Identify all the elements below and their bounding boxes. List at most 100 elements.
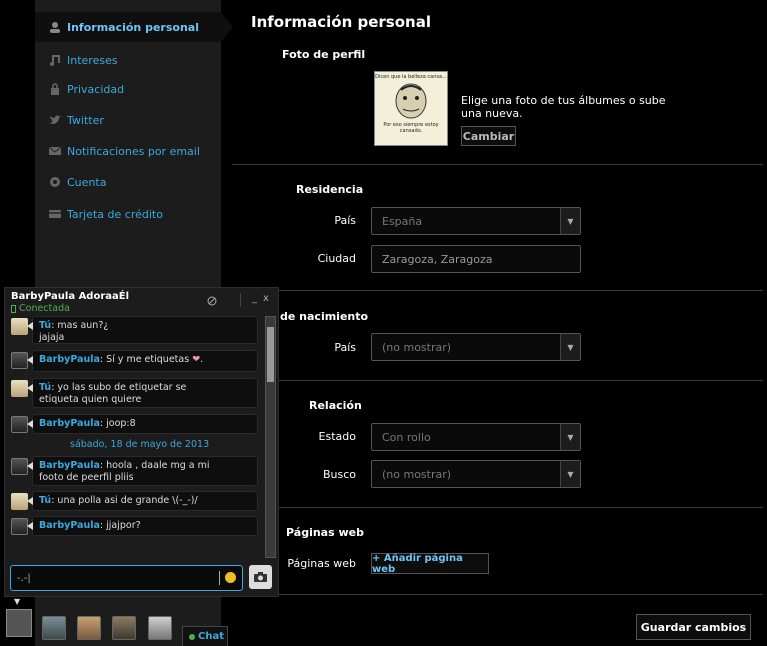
divider xyxy=(232,164,763,165)
minimize-icon[interactable]: _ xyxy=(252,293,257,304)
music-icon xyxy=(49,54,61,66)
sidebar-item-label: Twitter xyxy=(67,113,104,127)
chevron-down-icon: ▼ xyxy=(560,424,580,450)
lock-icon xyxy=(49,83,61,95)
camera-button[interactable] xyxy=(249,565,272,589)
contact-avatar[interactable] xyxy=(112,616,136,640)
birth-heading: de nacimiento xyxy=(280,310,369,323)
sidebar-item-privacy[interactable]: Privacidad xyxy=(35,74,221,104)
chat-tab-avatar[interactable] xyxy=(6,609,32,637)
sidebar-item-label: Cuenta xyxy=(67,175,107,189)
chat-message: BarbyPaula: Sí y me etiquetas ❤. xyxy=(27,350,258,372)
chat-input[interactable]: -.-| xyxy=(10,565,243,591)
avatar xyxy=(11,380,28,397)
chat-tab[interactable]: Chat xyxy=(182,626,228,646)
avatar xyxy=(11,318,28,335)
city-label: Ciudad xyxy=(317,252,356,265)
message-text: footo de peerfil pliis xyxy=(39,472,134,483)
mail-icon xyxy=(48,145,62,157)
select-value: Con rollo xyxy=(382,430,431,444)
chevron-down-icon: ▼ xyxy=(560,208,580,234)
sidebar-item-twitter[interactable]: Twitter xyxy=(35,105,221,135)
city-value: Zaragoza, Zaragoza xyxy=(382,252,493,266)
city-field[interactable]: Zaragoza, Zaragoza xyxy=(371,245,581,273)
sidebar-item-label: Tarjeta de crédito xyxy=(67,207,163,221)
online-dot-icon xyxy=(189,633,195,640)
chat-input-value: -.-| xyxy=(17,572,31,584)
divider xyxy=(232,507,763,508)
birth-country-label: País xyxy=(334,341,356,354)
caret-up-icon: ▼ xyxy=(14,597,21,606)
message-text: : jjajpor? xyxy=(99,520,141,531)
contact-avatar[interactable] xyxy=(77,616,101,640)
avatar xyxy=(11,458,28,475)
card-icon xyxy=(49,208,61,220)
chat-message: Tú: mas aun?¿ jajaja xyxy=(27,316,258,344)
sidebar-item-credit-card[interactable]: Tarjeta de crédito xyxy=(35,199,221,229)
chat-message: Tú: yo las subo de etiquetar se etiqueta … xyxy=(27,378,258,408)
chat-status: Conectada xyxy=(11,303,70,314)
sidebar-item-account[interactable]: Cuenta xyxy=(35,167,221,197)
country-label: País xyxy=(334,214,356,227)
camera-icon xyxy=(254,572,267,582)
chat-scrollbar[interactable] xyxy=(265,316,276,558)
gear-icon xyxy=(49,176,61,188)
select-value: (no mostrar) xyxy=(382,467,452,481)
message-text: : yo las subo de etiquetar se xyxy=(51,382,187,393)
web-pages-label: Páginas web xyxy=(287,557,356,570)
relationship-heading: Relación xyxy=(309,399,362,412)
save-changes-button[interactable]: Guardar cambios xyxy=(636,614,751,640)
divider xyxy=(232,594,763,595)
date-separator: sábado, 18 de mayo de 2013 xyxy=(70,439,210,450)
message-author: Tú xyxy=(39,495,52,506)
relationship-status-select[interactable]: Con rollo ▼ xyxy=(371,423,581,451)
status-label: Estado xyxy=(318,430,356,443)
message-text: : hoola , daale mg a mi xyxy=(99,460,210,471)
seeking-select[interactable]: (no mostrar) ▼ xyxy=(371,460,581,488)
meme-top-text: Dicen que la belleza cansa... xyxy=(375,74,447,80)
sidebar-item-interests[interactable]: Intereses xyxy=(35,45,221,75)
avatar xyxy=(11,352,28,369)
chat-status-text: Conectada xyxy=(19,303,70,314)
divider xyxy=(240,293,241,307)
web-pages-heading: Páginas web xyxy=(286,526,364,539)
contact-avatar[interactable] xyxy=(42,616,66,640)
close-icon[interactable]: x xyxy=(263,293,269,304)
message-text: : Sí y me etiquetas xyxy=(99,354,190,365)
select-value: (no mostrar) xyxy=(382,340,452,354)
divider xyxy=(219,571,220,585)
block-icon[interactable] xyxy=(207,296,217,306)
seeking-label: Busco xyxy=(322,468,356,481)
phone-icon xyxy=(11,304,16,313)
message-author: BarbyPaula xyxy=(39,460,100,471)
divider xyxy=(232,380,763,381)
chevron-down-icon: ▼ xyxy=(560,334,580,360)
message-author: BarbyPaula xyxy=(39,418,100,429)
profile-photo-heading: Foto de perfil xyxy=(282,48,366,61)
residence-country-select[interactable]: España ▼ xyxy=(371,207,581,235)
message-text: etiqueta quien quiere xyxy=(39,394,142,405)
sidebar-item-label: Privacidad xyxy=(67,82,125,96)
message-text: : joop:8 xyxy=(99,418,136,429)
meme-face-image xyxy=(395,83,427,119)
contact-avatar[interactable] xyxy=(148,616,172,640)
chat-contact-name: BarbyPaula AdoraaÉl xyxy=(11,291,130,302)
sidebar-item-email-notifications[interactable]: Notificaciones por email xyxy=(35,136,221,166)
chat-message: BarbyPaula: hoola , daale mg a mi footo d… xyxy=(27,456,258,486)
page-title: Información personal xyxy=(251,13,431,31)
user-icon xyxy=(49,21,61,33)
change-photo-button[interactable]: Cambiar xyxy=(461,126,516,146)
twitter-icon xyxy=(49,114,61,126)
profile-photo[interactable]: Dicen que la belleza cansa... Por eso si… xyxy=(374,71,448,146)
sidebar-item-personal-info[interactable]: Información personal xyxy=(35,12,233,42)
sidebar-item-label: Notificaciones por email xyxy=(67,144,200,158)
birth-country-select[interactable]: (no mostrar) ▼ xyxy=(371,333,581,361)
meme-bottom-text: Por eso siempre estoy cansado. xyxy=(383,122,439,134)
chat-message: Tú: una polla asi de grande \(-_-)/ xyxy=(27,491,258,511)
scrollbar-thumb[interactable] xyxy=(267,327,274,382)
emoji-icon[interactable] xyxy=(225,572,236,583)
avatar xyxy=(11,493,28,510)
chat-message: BarbyPaula: jjajpor? xyxy=(27,516,258,536)
residence-heading: Residencia xyxy=(296,183,364,196)
add-web-page-button[interactable]: + Añadir página web xyxy=(371,553,489,575)
